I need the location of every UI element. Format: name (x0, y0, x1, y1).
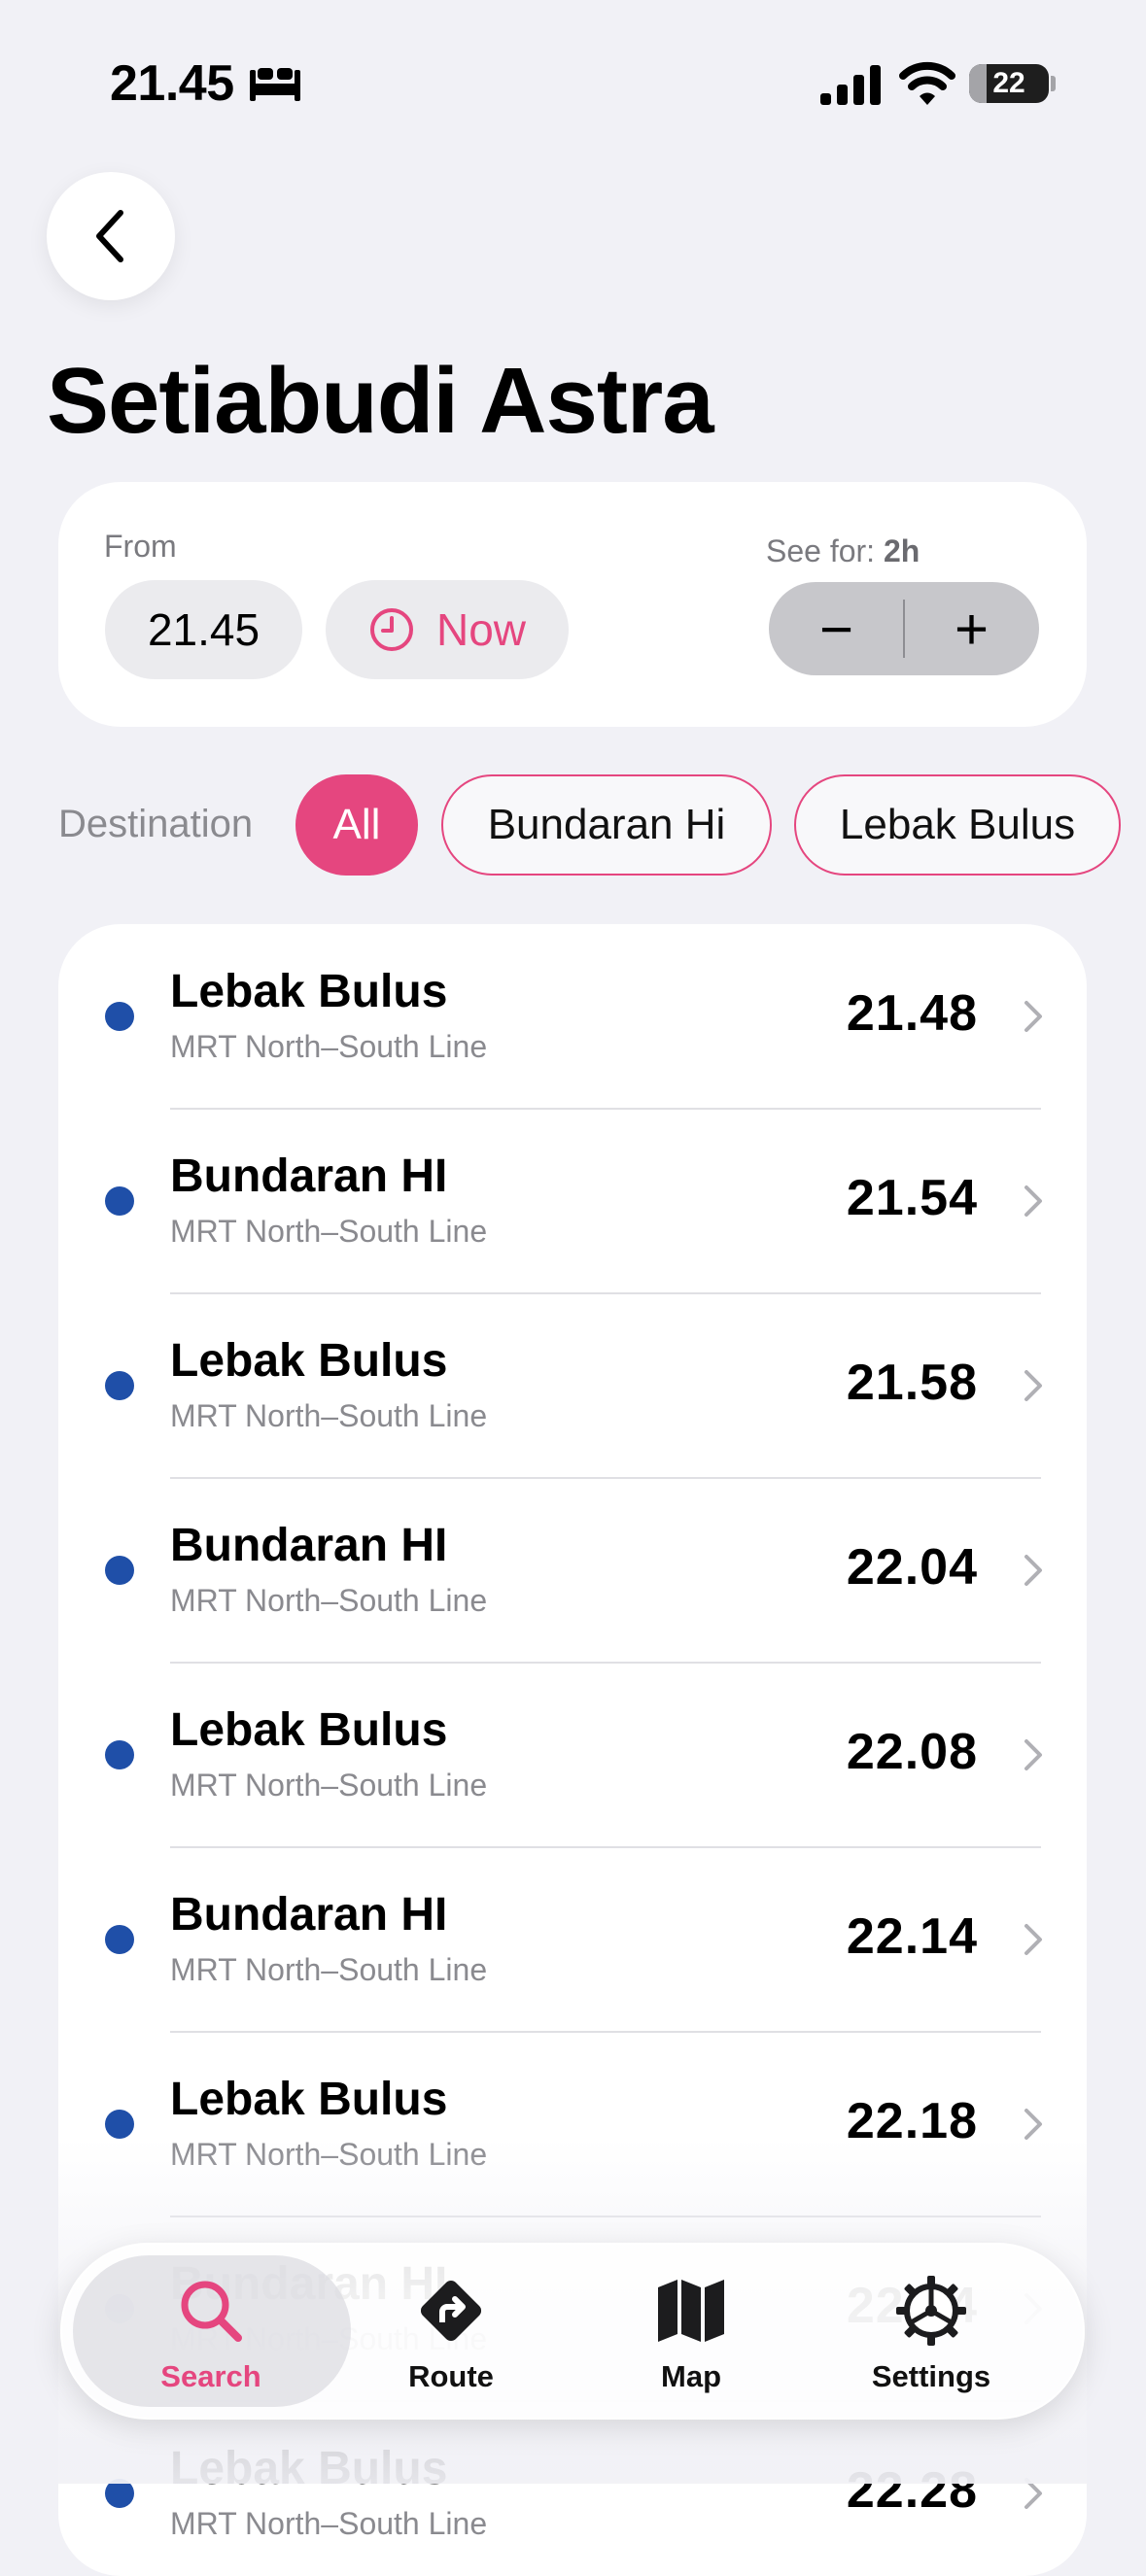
departure-line: MRT North–South Line (170, 1768, 488, 1803)
departure-line: MRT North–South Line (170, 1952, 488, 1987)
chevron-right-icon (1024, 2109, 1042, 2140)
departure-row[interactable]: Lebak Bulus MRT North–South Line 21.48 (58, 924, 1087, 1110)
line-dot (105, 1186, 134, 1216)
departure-time: 21.54 (846, 1170, 978, 1226)
chevron-right-icon (1024, 1555, 1042, 1586)
departure-line: MRT North–South Line (170, 1214, 488, 1249)
departure-line: MRT North–South Line (170, 1398, 488, 1433)
departure-line: MRT North–South Line (170, 1029, 488, 1064)
departure-destination: Bundaran HI (170, 1889, 448, 1941)
filter-chip-bundaran-hi[interactable]: Bundaran Hi (441, 774, 772, 876)
departure-row[interactable]: Bundaran HI MRT North–South Line 21.54 (58, 1109, 1087, 1294)
departure-row[interactable]: Lebak Bulus MRT North–South Line 21.58 (58, 1293, 1087, 1479)
tab-label-settings: Settings (871, 2359, 991, 2393)
battery-percent: 22 (992, 67, 1025, 99)
departure-row[interactable]: Bundaran HI MRT North–South Line 22.14 (58, 1847, 1087, 2033)
chevron-right-icon (1024, 1924, 1042, 1955)
departure-time: 22.14 (846, 1908, 978, 1965)
filter-chip-lebak-bulus[interactable]: Lebak Bulus (794, 774, 1121, 876)
now-button[interactable]: Now (326, 580, 569, 679)
tab-label-route: Route (408, 2359, 494, 2393)
page-title: Setiabudi Astra (47, 349, 714, 453)
tab-settings[interactable]: Settings (819, 2274, 1043, 2400)
status-time: 21.45 (110, 55, 234, 112)
battery-cap (1051, 76, 1056, 91)
line-dot (105, 1925, 134, 1954)
line-dot (105, 1371, 134, 1400)
chevron-left-icon (96, 210, 123, 262)
departure-destination: Lebak Bulus (170, 2074, 448, 2125)
from-label: From (104, 529, 177, 564)
see-for-label: See for: 2h (766, 533, 920, 569)
line-dot (105, 1556, 134, 1585)
tab-label-search: Search (160, 2359, 261, 2393)
search-icon (181, 2281, 242, 2342)
time-picker[interactable]: 21.45 (105, 580, 302, 679)
line-dot (105, 1002, 134, 1031)
departure-line: MRT North–South Line (170, 1583, 488, 1618)
battery-indicator: 22 (969, 64, 1049, 103)
chevron-right-icon (1024, 1001, 1042, 1032)
sleep-focus-icon (250, 68, 300, 101)
now-label: Now (435, 604, 527, 655)
decrease-button[interactable]: − (769, 582, 904, 675)
departure-line: MRT North–South Line (170, 2506, 488, 2541)
map-icon (658, 2280, 724, 2342)
signal-icon (820, 65, 881, 105)
departure-destination: Lebak Bulus (170, 966, 448, 1017)
departure-time: 22.08 (846, 1724, 978, 1780)
see-for-text: See for: (766, 533, 876, 568)
departure-time: 21.48 (846, 985, 978, 1042)
see-for-value: 2h (883, 533, 920, 568)
chevron-right-icon (1024, 1739, 1042, 1770)
increase-button[interactable]: + (904, 582, 1039, 675)
clock-icon (369, 608, 413, 651)
wifi-icon (899, 61, 955, 105)
chevron-right-icon (1024, 1185, 1042, 1217)
destination-label: Destination (58, 803, 254, 845)
filter-chip-all[interactable]: All (295, 774, 418, 876)
tab-label-map: Map (661, 2359, 721, 2393)
tab-route[interactable]: Route (339, 2274, 563, 2400)
departure-destination: Bundaran HI (170, 1520, 448, 1571)
tab-map[interactable]: Map (579, 2274, 803, 2400)
duration-stepper: − + (769, 582, 1039, 675)
departure-time: 22.04 (846, 1539, 978, 1596)
route-icon (420, 2280, 482, 2342)
line-dot (105, 2110, 134, 2139)
back-button[interactable] (47, 172, 175, 300)
departure-destination: Bundaran HI (170, 1151, 448, 1202)
gear-icon (896, 2276, 966, 2346)
tab-search[interactable]: Search (99, 2274, 323, 2400)
departure-destination: Lebak Bulus (170, 1704, 448, 1756)
chevron-right-icon (1024, 1370, 1042, 1401)
departure-row[interactable]: Lebak Bulus MRT North–South Line 22.08 (58, 1663, 1087, 1848)
departure-row[interactable]: Bundaran HI MRT North–South Line 22.04 (58, 1478, 1087, 1664)
departure-time: 21.58 (846, 1355, 978, 1411)
line-dot (105, 1740, 134, 1769)
departure-destination: Lebak Bulus (170, 1335, 448, 1387)
